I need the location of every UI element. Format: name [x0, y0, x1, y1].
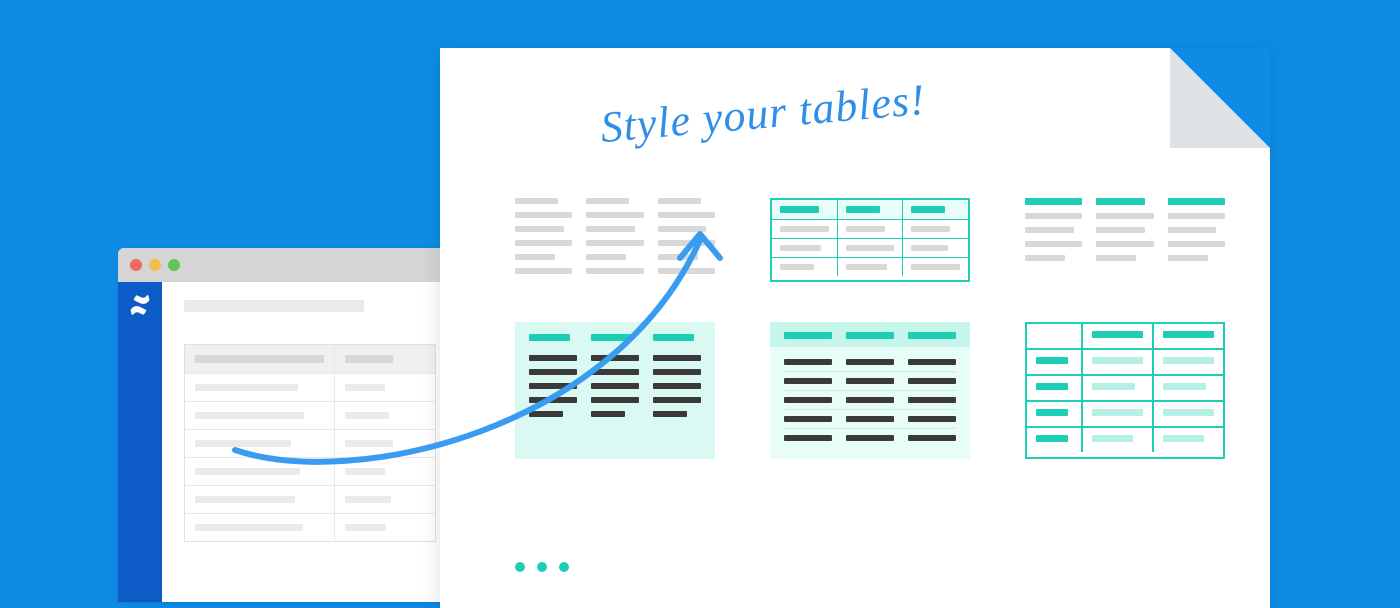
- headline-text: Style your tables!: [598, 74, 927, 153]
- styled-document: Style your tables!: [440, 48, 1270, 608]
- dot-icon: [537, 562, 547, 572]
- dot-icon: [515, 562, 525, 572]
- browser-body: [118, 282, 458, 602]
- source-table: [184, 344, 436, 542]
- page-fold: [1170, 48, 1270, 148]
- more-styles-indicator: [515, 562, 569, 572]
- browser-sidebar: [118, 282, 162, 602]
- window-maximize-dot[interactable]: [168, 259, 180, 271]
- sample-teal-grid: [1025, 322, 1225, 459]
- window-close-dot[interactable]: [130, 259, 142, 271]
- dot-icon: [559, 562, 569, 572]
- browser-titlebar: [118, 248, 458, 282]
- browser-window: [118, 248, 458, 602]
- browser-content: [162, 282, 458, 602]
- page-title-placeholder: [184, 300, 364, 312]
- confluence-icon: [129, 294, 151, 316]
- sample-mint-striped: [770, 322, 970, 459]
- sample-teal-bordered: [770, 198, 970, 282]
- window-minimize-dot[interactable]: [149, 259, 161, 271]
- sample-mint-three-col: [515, 322, 715, 459]
- table-samples-grid: [515, 198, 1235, 459]
- sample-plain-gray: [515, 198, 715, 282]
- sample-teal-header: [1025, 198, 1225, 282]
